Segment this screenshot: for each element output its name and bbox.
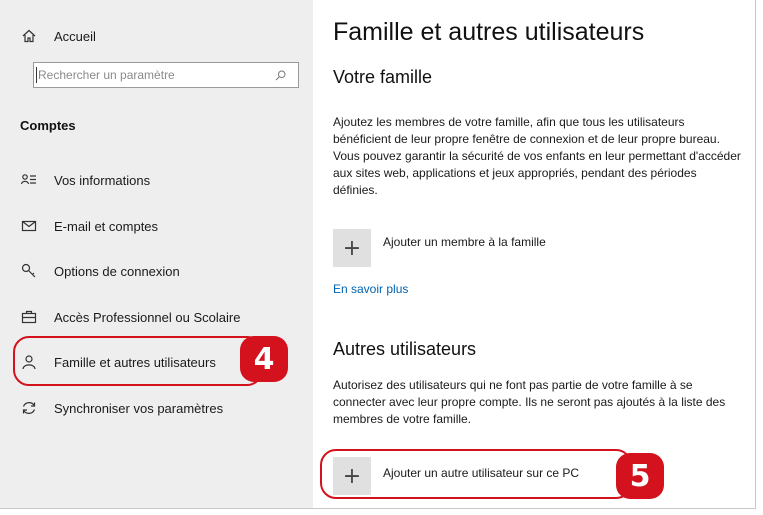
sidebar-item-email[interactable]: E-mail et comptes: [20, 212, 158, 240]
family-description: Ajoutez les membres de votre famille, af…: [333, 115, 741, 197]
search-field[interactable]: [33, 62, 299, 88]
main-content: Famille et autres utilisateurs Votre fam…: [313, 0, 755, 508]
callout-step5-outline: [320, 449, 632, 499]
sidebar-item-label: Vos informations: [54, 172, 151, 188]
person-info-icon: [20, 171, 38, 189]
family-heading: Votre famille: [333, 67, 433, 87]
nav-home-label: Accueil: [54, 28, 96, 44]
sync-icon: [20, 399, 38, 417]
add-family-member-button[interactable]: +: [333, 229, 371, 267]
other-users-heading: Autres utilisateurs: [333, 339, 477, 359]
sidebar: Accueil Comptes Vos informations E-mail …: [0, 0, 313, 508]
nav-home[interactable]: Accueil: [20, 22, 96, 50]
page-title: Famille et autres utilisateurs: [333, 18, 645, 46]
briefcase-icon: [20, 308, 38, 326]
sidebar-item-work-school[interactable]: Accès Professionnel ou Scolaire: [20, 303, 240, 331]
callout-step4-badge: 4: [240, 336, 288, 382]
callout-step5-badge: 5: [616, 453, 664, 499]
search-input[interactable]: [34, 67, 274, 83]
sidebar-item-label: Options de connexion: [54, 263, 180, 279]
sidebar-item-sync[interactable]: Synchroniser vos paramètres: [20, 394, 223, 422]
sidebar-item-label: Synchroniser vos paramètres: [54, 400, 224, 416]
sidebar-item-label: Accès Professionnel ou Scolaire: [54, 309, 241, 325]
learn-more-link[interactable]: En savoir plus: [333, 282, 408, 296]
other-users-description: Autorisez des utilisateurs qui ne font p…: [333, 378, 726, 426]
plus-icon: +: [342, 235, 362, 261]
sidebar-item-connexion[interactable]: Options de connexion: [20, 257, 180, 285]
mail-icon: [20, 217, 38, 235]
search-icon[interactable]: [274, 66, 292, 84]
text-cursor: [36, 67, 37, 83]
home-icon: [20, 27, 38, 45]
sidebar-item-label: E-mail et comptes: [54, 218, 159, 234]
add-family-member-label[interactable]: Ajouter un membre à la famille: [383, 235, 546, 249]
sidebar-item-vos-informations[interactable]: Vos informations: [20, 166, 150, 194]
settings-window: Accueil Comptes Vos informations E-mail …: [0, 0, 756, 509]
section-title: Comptes: [20, 118, 76, 133]
callout-step4-outline: [13, 336, 263, 386]
key-icon: [20, 262, 38, 280]
